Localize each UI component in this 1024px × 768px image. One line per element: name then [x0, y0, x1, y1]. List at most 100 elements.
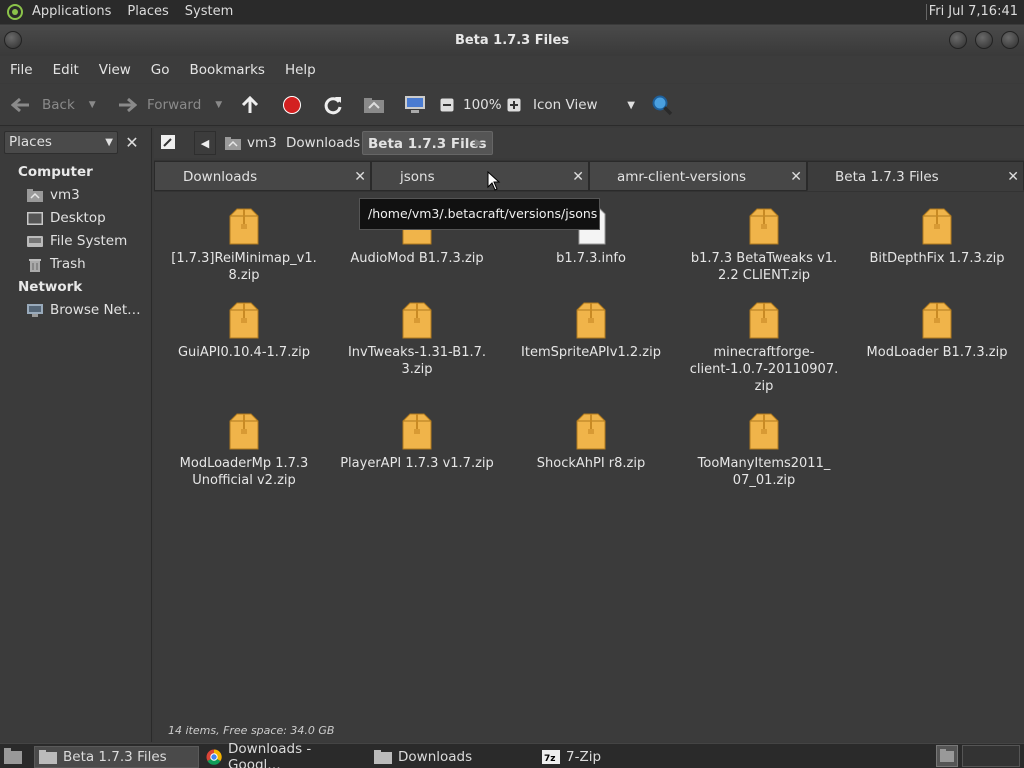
computer-button[interactable]: [403, 84, 427, 126]
zoom-level-label: 100%: [463, 97, 502, 113]
tab-beta-173-files[interactable]: Beta 1.7.3 Files ✕: [807, 161, 1024, 191]
workspace-icon: [940, 749, 954, 762]
task-beta-173-files[interactable]: Beta 1.7.3 Files: [34, 746, 199, 768]
breadcrumb-downloads[interactable]: Downloads: [281, 131, 365, 155]
applications-menu[interactable]: Applications: [24, 0, 119, 24]
menu-edit[interactable]: Edit: [45, 62, 87, 78]
file-item[interactable]: ItemSpriteAPIv1.2.zip: [511, 300, 671, 361]
file-name-line1: ModLoader B1.7.3.zip: [866, 345, 1008, 360]
zoom-in-button[interactable]: [507, 84, 521, 126]
tab-bar: Downloads ✕ jsons ✕ amr-client-versions …: [154, 160, 1024, 192]
places-menu[interactable]: Places: [119, 0, 176, 24]
edit-pencil-icon: [161, 135, 175, 149]
home-button[interactable]: [363, 84, 385, 126]
sidebar-places-selector[interactable]: Places ▼: [4, 131, 118, 154]
archive-icon: [922, 302, 952, 339]
file-item[interactable]: InvTweaks-1.31-B1.7. 3.zip: [337, 300, 497, 378]
menu-file[interactable]: File: [2, 62, 41, 78]
minimize-button[interactable]: [949, 31, 967, 49]
file-item[interactable]: TooManyItems2011_ 07_01.zip: [684, 411, 844, 489]
show-desktop-button[interactable]: [4, 748, 22, 768]
file-item[interactable]: PlayerAPI 1.7.3 v1.7.zip: [337, 411, 497, 472]
close-tab-icon[interactable]: ✕: [1007, 162, 1019, 192]
file-item[interactable]: GuiAPI0.10.4-1.7.zip: [164, 300, 324, 361]
back-dropdown-icon[interactable]: ▼: [89, 100, 96, 110]
sidebar-item-file-system[interactable]: File System: [26, 231, 127, 251]
close-tab-icon[interactable]: ✕: [354, 162, 366, 192]
sevenzip-icon: 7z: [542, 750, 560, 764]
workspace-switcher[interactable]: [936, 745, 958, 767]
task-7zip[interactable]: 7z 7-Zip: [542, 746, 702, 768]
workspace-2[interactable]: [962, 745, 1020, 767]
file-name-line1: TooManyItems2011_: [697, 456, 831, 471]
edit-location-button[interactable]: [159, 133, 181, 153]
system-menu[interactable]: System: [177, 0, 241, 24]
back-button[interactable]: Back ▼: [10, 84, 96, 126]
sidebar-item-trash[interactable]: Trash: [26, 254, 86, 274]
archive-icon: [749, 208, 779, 245]
file-item[interactable]: b1.7.3 BetaTweaks v1. 2.2 CLIENT.zip: [684, 206, 844, 284]
window-menu-button[interactable]: [4, 31, 22, 49]
menu-view[interactable]: View: [91, 62, 139, 78]
sidebar-item-label: Trash: [50, 256, 86, 272]
archive-icon: [229, 208, 259, 245]
sidebar-close-icon[interactable]: ✕: [122, 133, 142, 153]
zoom-out-button[interactable]: [440, 84, 454, 126]
forward-button[interactable]: Forward ▼: [116, 84, 222, 126]
close-tab-icon[interactable]: ✕: [790, 162, 802, 192]
search-icon: [652, 95, 673, 116]
network-icon: [26, 303, 44, 317]
file-item[interactable]: minecraftforge- client-1.0.7-20110907. z…: [684, 300, 844, 395]
path-forward-button[interactable]: ▶: [470, 131, 488, 155]
stop-button[interactable]: [282, 84, 302, 126]
computer-icon: [405, 96, 425, 113]
forward-dropdown-icon[interactable]: ▼: [215, 100, 222, 110]
view-mode-select[interactable]: Icon View ▼: [533, 84, 637, 126]
menu-bookmarks[interactable]: Bookmarks: [182, 62, 273, 78]
sidebar-item-desktop[interactable]: Desktop: [26, 208, 106, 228]
task-downloads[interactable]: Downloads: [374, 746, 534, 768]
home-folder-icon: [26, 188, 44, 202]
file-item[interactable]: ShockAhPI r8.zip: [511, 411, 671, 472]
window-titlebar[interactable]: Beta 1.7.3 Files: [0, 25, 1024, 55]
drive-icon: [26, 235, 44, 248]
file-item[interactable]: ModLoaderMp 1.7.3 Unofficial v2.zip: [164, 411, 324, 489]
task-chrome-downloads[interactable]: Downloads - Googl…: [206, 741, 366, 768]
reload-icon: [324, 97, 342, 115]
path-back-button[interactable]: ◀: [194, 131, 216, 155]
search-button[interactable]: [651, 84, 673, 126]
zoom-level[interactable]: 100%: [463, 84, 502, 126]
reload-button[interactable]: [322, 84, 344, 126]
maximize-button[interactable]: [975, 31, 993, 49]
file-view[interactable]: [1.7.3]ReiMinimap_v1. 8.zip AudioMod B1.…: [154, 192, 1024, 720]
file-name-line2: client-1.0.7-20110907.: [689, 362, 839, 377]
tab-amr-client-versions[interactable]: amr-client-versions ✕: [589, 161, 807, 191]
gnome-logo-icon[interactable]: [6, 3, 24, 21]
file-name-line1: ShockAhPI r8.zip: [536, 456, 646, 471]
clock[interactable]: Fri Jul 7,16:41: [929, 0, 1018, 24]
stop-icon: [283, 96, 301, 114]
menu-help[interactable]: Help: [277, 62, 324, 78]
file-name-line1: minecraftforge-: [713, 345, 815, 360]
tab-jsons[interactable]: jsons ✕: [371, 161, 589, 191]
menu-go[interactable]: Go: [143, 62, 178, 78]
home-folder-icon: [364, 98, 384, 113]
toolbar: Back ▼ Forward ▼ 100% Icon View ▼: [0, 84, 1024, 126]
file-item[interactable]: [1.7.3]ReiMinimap_v1. 8.zip: [164, 206, 324, 284]
sidebar-item-vm3[interactable]: vm3: [26, 185, 80, 205]
close-button[interactable]: [1001, 31, 1019, 49]
up-button[interactable]: [240, 84, 260, 126]
file-item[interactable]: ModLoader B1.7.3.zip: [857, 300, 1017, 361]
breadcrumb-vm3[interactable]: vm3: [220, 131, 282, 155]
tab-downloads[interactable]: Downloads ✕: [154, 161, 371, 191]
taskbar: Beta 1.7.3 Files Downloads - Googl… Down…: [0, 741, 1024, 768]
close-tab-icon[interactable]: ✕: [572, 162, 584, 192]
sidebar-item-label: Desktop: [50, 210, 106, 226]
file-item[interactable]: BitDepthFix 1.7.3.zip: [857, 206, 1017, 267]
sidebar-item-browse-network[interactable]: Browse Net…: [26, 300, 141, 320]
file-name-line1: PlayerAPI 1.7.3 v1.7.zip: [340, 456, 494, 471]
tab-label: Downloads: [183, 169, 258, 185]
file-name-line2: 8.zip: [228, 268, 260, 283]
task-label: Downloads - Googl…: [228, 741, 312, 768]
back-arrow-icon: [10, 97, 32, 113]
